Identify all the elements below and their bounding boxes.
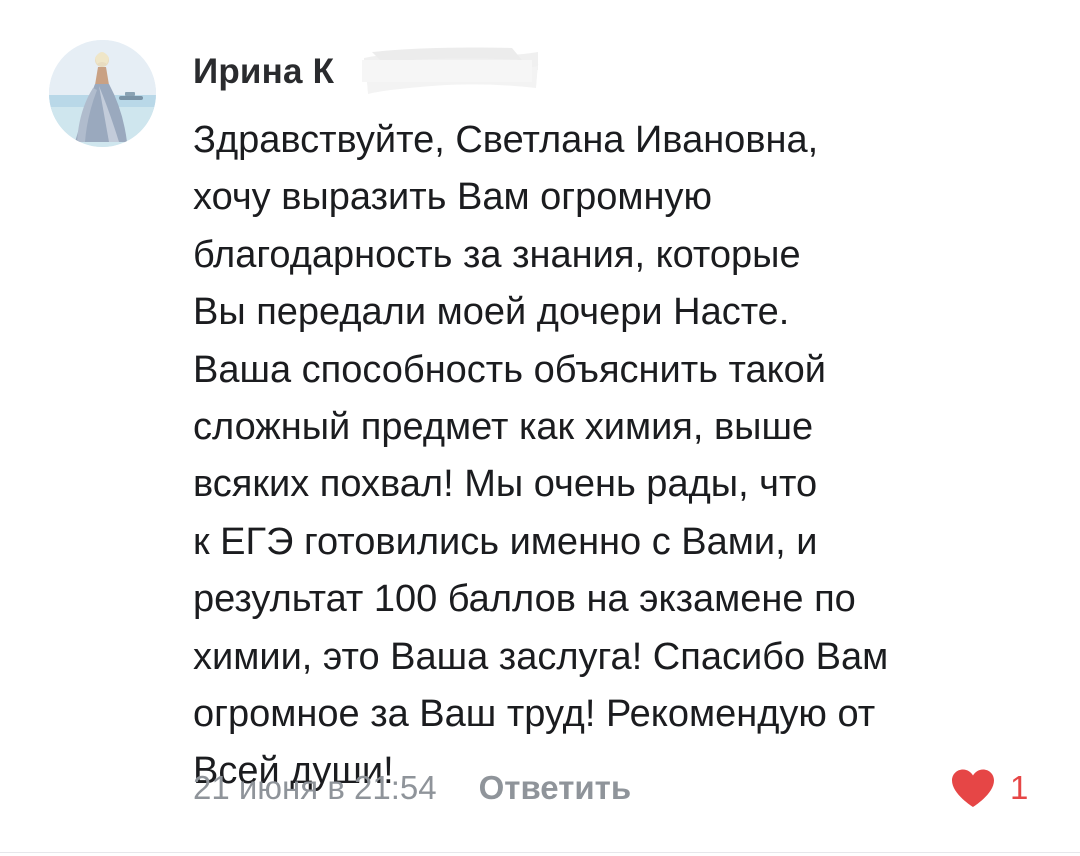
heart-icon bbox=[952, 769, 994, 807]
author-avatar[interactable] bbox=[49, 40, 156, 147]
like-button[interactable]: 1 bbox=[950, 763, 1028, 813]
comment-footer: 21 июня в 21:54 Ответить bbox=[193, 763, 631, 813]
like-count: 1 bbox=[1010, 769, 1029, 806]
reply-button[interactable]: Ответить bbox=[479, 769, 632, 807]
bottom-divider bbox=[0, 852, 1080, 853]
comment-text: Здравствуйте, Светлана Ивановна, хочу вы… bbox=[193, 119, 889, 793]
comment-item: Ирина К Здравствуйте, Светлана Ивановна,… bbox=[0, 0, 1080, 856]
avatar-photo bbox=[49, 40, 156, 147]
comment-date: 21 июня в 21:54 bbox=[193, 769, 437, 806]
author-name[interactable]: Ирина К bbox=[193, 52, 334, 96]
name-redaction-scribble bbox=[362, 47, 539, 94]
